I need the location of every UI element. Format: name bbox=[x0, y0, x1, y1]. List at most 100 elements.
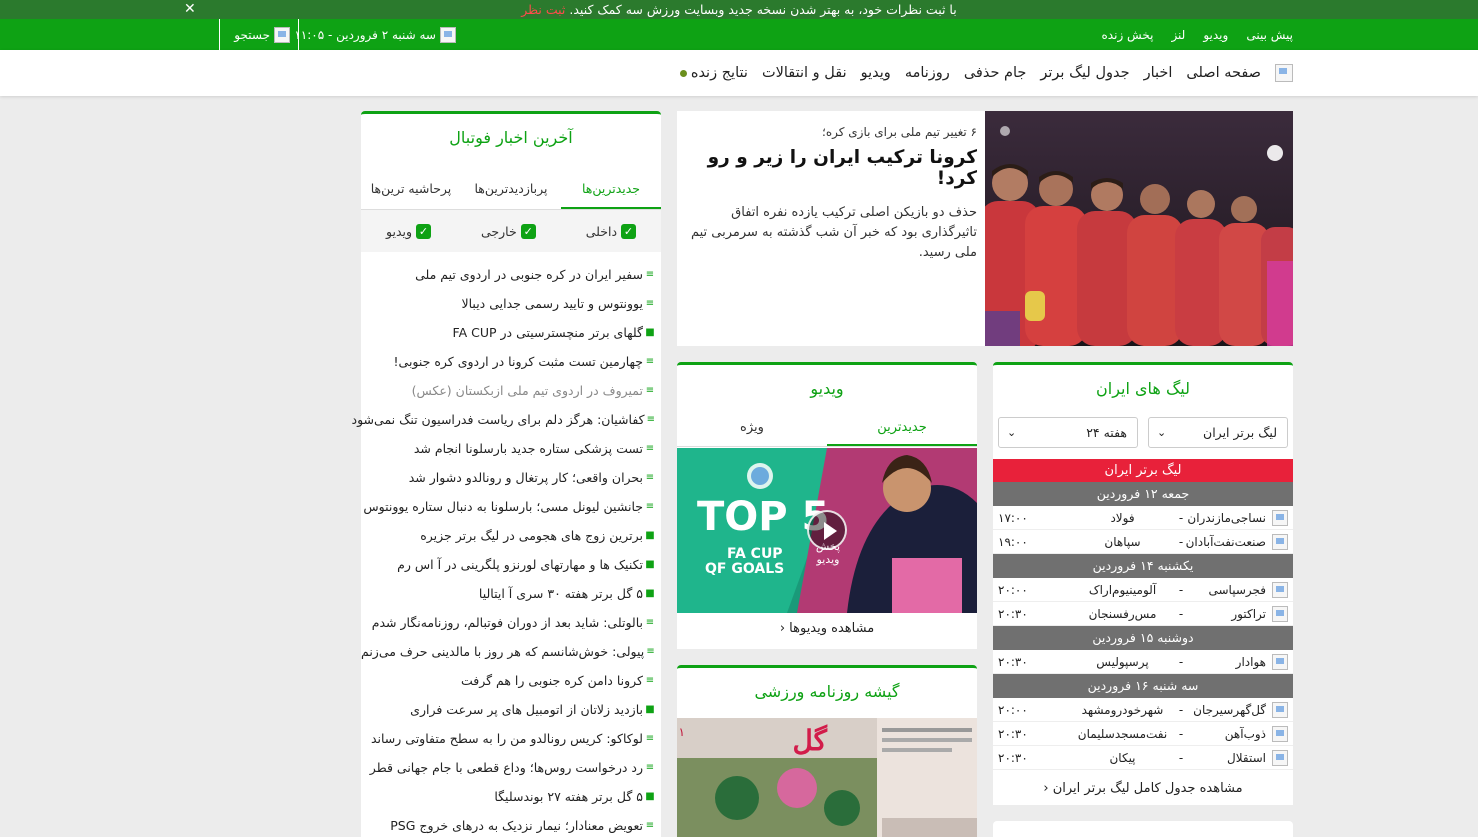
nav-home[interactable]: صفحه اصلی bbox=[1186, 65, 1261, 81]
news-item[interactable]: ≡ سفیر ایران در کره جنوبی در اردوی تیم مل… bbox=[361, 260, 655, 289]
news-item[interactable]: ≡ تمیروف در اردوی تیم ملی ازبکستان (عکس) bbox=[361, 376, 655, 405]
more-videos-link[interactable]: مشاهده ویدیوها ‹ bbox=[677, 621, 977, 636]
search-button[interactable]: جستجو bbox=[219, 19, 299, 50]
fixture-row[interactable]: هوادار - پرسپولیس ۲۰:۳۰ bbox=[993, 650, 1293, 674]
feedback-link[interactable]: ثبت نظر bbox=[521, 2, 565, 17]
text-lines-icon: ≡ bbox=[645, 269, 655, 280]
team-logo-icon bbox=[1272, 725, 1288, 742]
nav-video[interactable]: ویدیو bbox=[861, 65, 891, 81]
league-selectors: لیگ برتر ایران ⌄ هفته ۲۴ ⌄ bbox=[998, 417, 1288, 448]
nav-newspaper[interactable]: روزنامه bbox=[905, 65, 950, 81]
team-logo-icon bbox=[1272, 653, 1288, 670]
news-item[interactable]: ■ تکنیک ها و مهارتهای لورنزو پلگرینی در آ… bbox=[361, 550, 655, 579]
nav-news[interactable]: اخبار bbox=[1144, 65, 1173, 81]
league-select[interactable]: لیگ برتر ایران ⌄ bbox=[1148, 417, 1288, 448]
news-item[interactable]: ≡ یوونتوس و تایید رسمی جدایی دیبالا bbox=[361, 289, 655, 318]
tab-newest[interactable]: جدیدترین‌ها bbox=[561, 168, 661, 209]
news-item[interactable]: ≡ لوکاکو: کریس رونالدو من را به سطح متفاو… bbox=[361, 724, 655, 753]
hero-news[interactable]: ۶ تغییر تیم ملی برای بازی کره؛ کرونا ترک… bbox=[677, 111, 1293, 346]
news-item-title: گلهای برتر منچسترسیتی در FA CUP bbox=[452, 325, 643, 340]
news-item[interactable]: ≡ تست پزشکی ستاره جدید بارسلونا انجام شد bbox=[361, 434, 655, 463]
fixture-row[interactable]: استقلال - پیکان ۲۰:۳۰ bbox=[993, 746, 1293, 770]
news-filters: ✓ داخلی ✓ خارجی ✓ ویدیو bbox=[361, 210, 661, 252]
tab-most-controversial[interactable]: پرحاشیه ترین‌ها bbox=[361, 168, 461, 209]
match-time: ۲۰:۳۰ bbox=[998, 606, 1028, 621]
top-link-video[interactable]: ویدیو bbox=[1203, 28, 1228, 42]
site-logo[interactable] bbox=[1275, 64, 1293, 82]
news-item[interactable]: ≡ کرونا دامن کره جنوبی را هم گرفت bbox=[361, 666, 655, 695]
week-select[interactable]: هفته ۲۴ ⌄ bbox=[998, 417, 1138, 448]
fixture-row[interactable]: صنعت‌نفت‌آبادان - سپاهان ۱۹:۰۰ bbox=[993, 530, 1293, 554]
away-team: مس‌رفسنجان bbox=[1088, 606, 1157, 621]
nav-league-table[interactable]: جدول لیگ برتر bbox=[1040, 65, 1129, 81]
news-item-title: تعویض معنادار؛ نیمار نزدیک به درهای خروج… bbox=[390, 818, 643, 833]
video-thumbnail[interactable]: TOP 5 FA CUP QF GOALS پخش ویدیو bbox=[677, 448, 977, 613]
tab-most-viewed[interactable]: پربازدیدترین‌ها bbox=[461, 168, 561, 209]
fixture-row[interactable]: تراکتور - مس‌رفسنجان ۲۰:۳۰ bbox=[993, 602, 1293, 626]
video-tabs: جدیدترین ویژه bbox=[677, 409, 977, 447]
news-item-title: کفاشیان: هرگز دلم برای ریاست فدراسیون تن… bbox=[351, 412, 645, 427]
hero-title[interactable]: کرونا ترکیب ایران را زیر و رو کرد! bbox=[685, 147, 977, 189]
news-item[interactable]: ■ بازدید زلاتان از اتومبیل های پر سرعت فر… bbox=[361, 695, 655, 724]
top-link-live[interactable]: پخش زنده bbox=[1102, 28, 1154, 42]
news-item[interactable]: ≡ بحران واقعی؛ کار پرتغال و رونالدو دشوار… bbox=[361, 463, 655, 492]
home-team: هوادار bbox=[1235, 654, 1266, 669]
filter-domestic[interactable]: ✓ داخلی bbox=[586, 223, 637, 239]
top-link-predict[interactable]: پیش بینی bbox=[1246, 28, 1293, 42]
date-text: سه شنبه ۲ فروردین - ۱۱:۰۵ bbox=[294, 27, 436, 42]
news-item[interactable]: ≡ تعویض معنادار؛ نیمار نزدیک به درهای خرو… bbox=[361, 811, 655, 837]
news-item-title: لوکاکو: کریس رونالدو من را به سطح متفاوت… bbox=[370, 731, 643, 746]
news-item[interactable]: ■ ۵ گل برتر هفته ۲۷ بوندسلیگا bbox=[361, 782, 655, 811]
full-table-link[interactable]: مشاهده جدول کامل لیگ برتر ایران ‹ bbox=[993, 781, 1293, 796]
news-item[interactable]: ≡ چهارمین تست مثبت کرونا در اردوی کره جنو… bbox=[361, 347, 655, 376]
notice-bar: با ثبت نظرات خود، به بهتر شدن نسخه جدید … bbox=[0, 0, 1478, 19]
news-item[interactable]: ≡ رد درخواست روس‌ها؛ وداع قطعی با جام جها… bbox=[361, 753, 655, 782]
fixture-row[interactable]: گل‌گهرسیرجان - شهرخودرومشهد ۲۰:۰۰ bbox=[993, 698, 1293, 722]
hero-image[interactable] bbox=[985, 111, 1293, 346]
away-team: آلومینیوم‌اراک bbox=[1088, 582, 1157, 597]
news-item[interactable]: ■ ۵ گل برتر هفته ۳۰ سری آ ایتالیا bbox=[361, 579, 655, 608]
news-item-title: رد درخواست روس‌ها؛ وداع قطعی با جام جهان… bbox=[369, 760, 643, 775]
checkbox-checked-icon[interactable]: ✓ bbox=[416, 223, 432, 239]
news-item[interactable]: ■ گلهای برتر منچسترسیتی در FA CUP bbox=[361, 318, 655, 347]
hero-subtitle: ۶ تغییر تیم ملی برای بازی کره؛ bbox=[822, 125, 977, 139]
team-logo-icon bbox=[1272, 581, 1288, 598]
away-team: پیکان bbox=[1109, 750, 1136, 765]
checkbox-checked-icon[interactable]: ✓ bbox=[621, 223, 637, 239]
news-item[interactable]: ≡ کفاشیان: هرگز دلم برای ریاست فدراسیون ت… bbox=[352, 405, 655, 434]
news-item-title: ۵ گل برتر هفته ۳۰ سری آ ایتالیا bbox=[478, 586, 643, 601]
vs-dash: - bbox=[1178, 726, 1184, 741]
match-time: ۲۰:۳۰ bbox=[998, 654, 1028, 669]
newspaper-image[interactable]: گل ۱۴۰۱ bbox=[677, 718, 977, 837]
filter-video[interactable]: ✓ ویدیو bbox=[386, 223, 432, 239]
team-logo-icon bbox=[1272, 749, 1288, 766]
fixture-row[interactable]: نساجی‌مازندران - فولاد ۱۷:۰۰ bbox=[993, 506, 1293, 530]
news-item[interactable]: ■ برترین زوج های هجومی در لیگ برتر جزیره bbox=[361, 521, 655, 550]
team-logo-icon bbox=[1272, 605, 1288, 622]
chevron-down-icon: ⌄ bbox=[1007, 426, 1017, 439]
close-icon[interactable]: ✕ bbox=[184, 0, 196, 19]
filter-foreign[interactable]: ✓ خارجی bbox=[481, 223, 536, 239]
svg-text:۱۴۰۱: ۱۴۰۱ bbox=[677, 725, 685, 739]
video-camera-icon: ■ bbox=[645, 530, 655, 541]
checkbox-checked-icon[interactable]: ✓ bbox=[520, 223, 536, 239]
news-item[interactable]: ≡ پیولی: خوش‌شانسم که هر روز با مالدینی ح… bbox=[361, 637, 655, 666]
nav-hazfi-cup[interactable]: جام حذفی bbox=[964, 65, 1027, 81]
top-bar: پیش بینی ویدیو لنز پخش زنده سه شنبه ۲ فر… bbox=[0, 19, 1478, 50]
news-tabs: جدیدترین‌ها پربازدیدترین‌ها پرحاشیه ترین… bbox=[361, 168, 661, 210]
vs-dash: - bbox=[1178, 606, 1184, 621]
news-item[interactable]: ≡ جانشین لیونل مسی؛ بارسلونا به دنبال ستا… bbox=[361, 492, 655, 521]
nav-live-results[interactable]: نتایج زنده bbox=[679, 65, 748, 81]
vs-dash: - bbox=[1178, 750, 1184, 765]
date-display: سه شنبه ۲ فروردین - ۱۱:۰۵ bbox=[294, 19, 456, 50]
play-label: پخش ویدیو bbox=[815, 540, 841, 566]
news-item[interactable]: ≡ بالوتلی: شاید بعد از دوران فوتبالم، روز… bbox=[361, 608, 655, 637]
fixture-row[interactable]: ذوب‌آهن - نفت‌مسجدسلیمان ۲۰:۳۰ bbox=[993, 722, 1293, 746]
top-link-lens[interactable]: لنز bbox=[1171, 28, 1185, 42]
tab-video-newest[interactable]: جدیدترین bbox=[827, 409, 977, 446]
vs-dash: - bbox=[1178, 534, 1184, 549]
tab-video-special[interactable]: ویژه bbox=[677, 409, 827, 446]
text-lines-icon: ≡ bbox=[645, 356, 655, 367]
fixture-row[interactable]: فجرسپاسی - آلومینیوم‌اراک ۲۰:۰۰ bbox=[993, 578, 1293, 602]
nav-transfers[interactable]: نقل و انتقالات bbox=[762, 65, 847, 81]
